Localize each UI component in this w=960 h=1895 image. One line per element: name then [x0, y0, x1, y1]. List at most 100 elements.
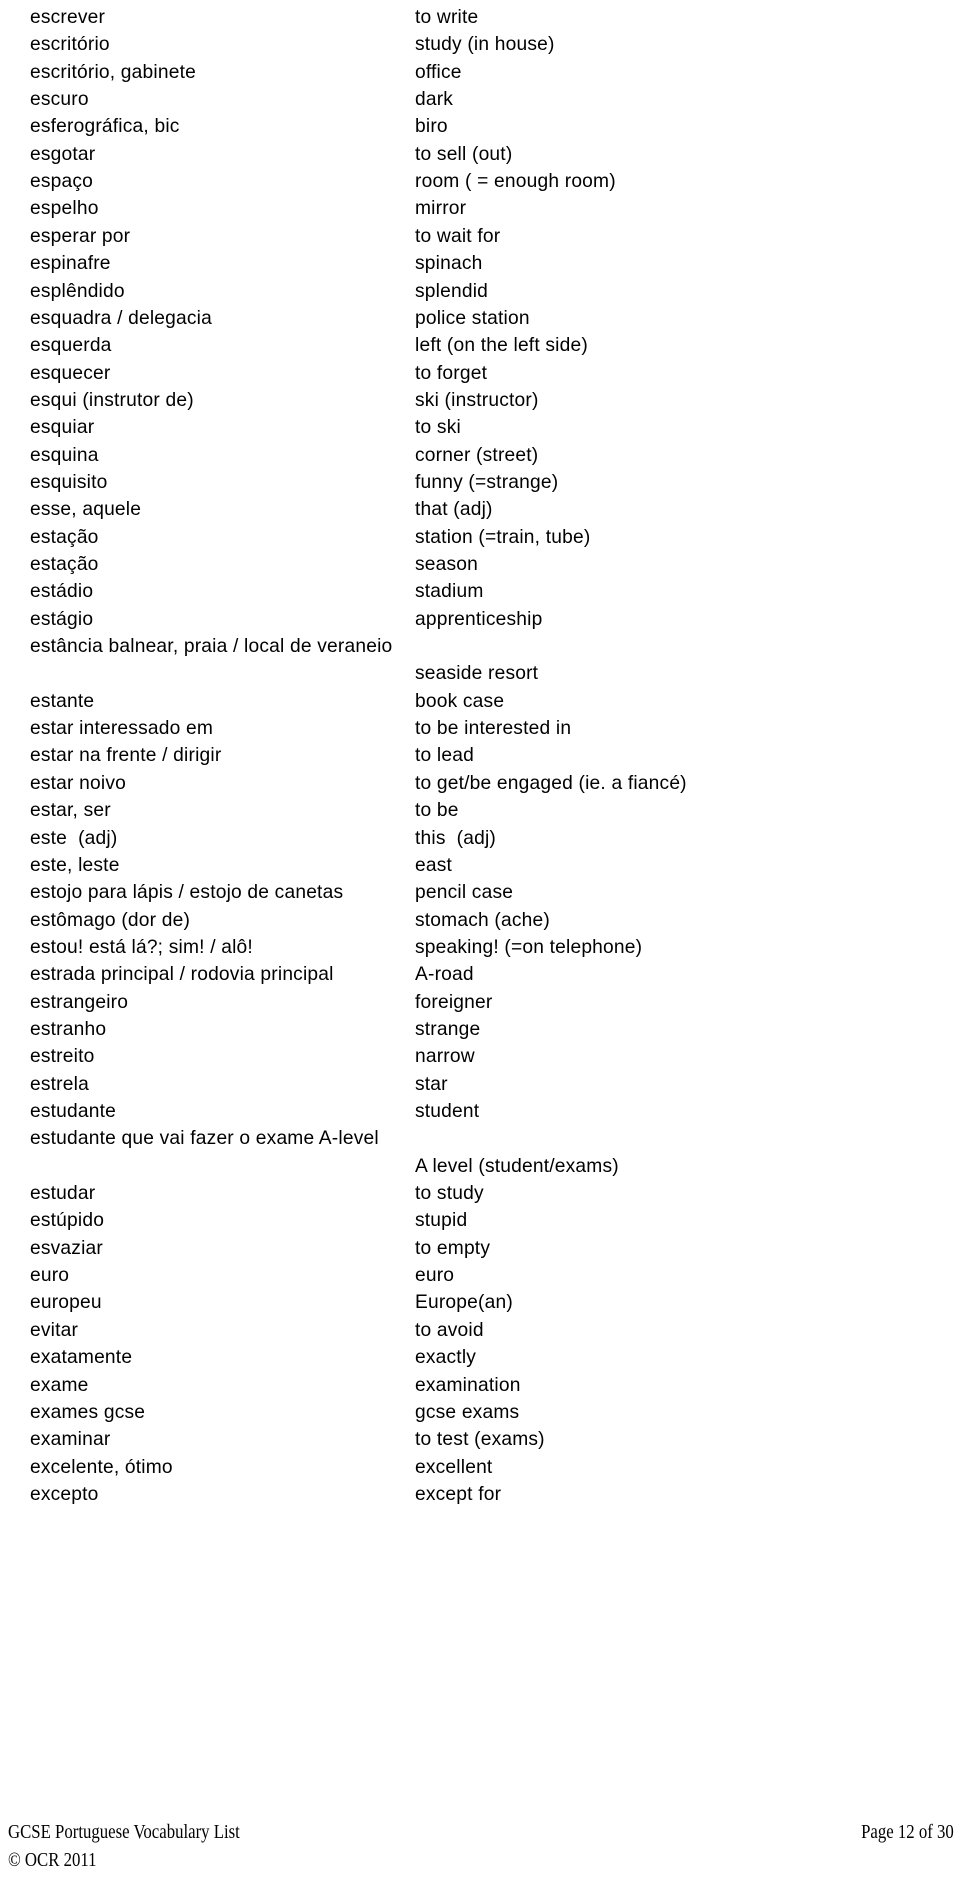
portuguese-term: estrangeiro [30, 991, 129, 1013]
portuguese-term: esperar por [30, 225, 131, 247]
english-gloss: station (=train, tube) [415, 526, 591, 548]
vocabulary-row: esquerda left (on the left side) [0, 332, 960, 359]
vocabulary-row: espaço room ( = enough room) [0, 168, 960, 195]
english-gloss: star [415, 1073, 448, 1095]
english-gloss: stupid [415, 1210, 468, 1232]
vocabulary-row: esplêndido splendid [0, 278, 960, 305]
vocabulary-row: estar, ser to be [0, 797, 960, 824]
vocabulary-row: excelente, ótimo excellent [0, 1454, 960, 1481]
portuguese-term: europeu [30, 1292, 102, 1314]
vocabulary-row: escuro dark [0, 86, 960, 113]
vocabulary-row: estágio apprenticeship [0, 606, 960, 633]
portuguese-term: este (adj) [30, 827, 118, 849]
vocabulary-row: esvaziar to empty [0, 1235, 960, 1262]
portuguese-term: exames gcse [30, 1401, 146, 1423]
portuguese-term: euro [30, 1265, 70, 1287]
vocabulary-row: esperar por to wait for [0, 223, 960, 250]
vocabulary-row: evitar to avoid [0, 1317, 960, 1344]
vocabulary-row: estreito narrow [0, 1043, 960, 1070]
portuguese-term: esvaziar [30, 1237, 103, 1259]
vocabulary-row: estômago (dor de) stomach (ache) [0, 907, 960, 934]
vocabulary-row: estar interessado em to be interested in [0, 715, 960, 742]
portuguese-term: esquadra / delegacia [30, 307, 212, 329]
vocabulary-row: exames gcse gcse exams [0, 1399, 960, 1426]
vocabulary-row: esqui (instrutor de) ski (instructor) [0, 387, 960, 414]
vocabulary-row: esquisito funny (=strange) [0, 469, 960, 496]
portuguese-term: estojo para lápis / estojo de canetas [30, 882, 344, 904]
portuguese-term: estar interessado em [30, 718, 214, 740]
english-gloss: narrow [415, 1046, 475, 1068]
vocabulary-row: estádio stadium [0, 578, 960, 605]
vocabulary-row: esse, aquele that (adj) [0, 496, 960, 523]
vocabulary-row: estranho strange [0, 1016, 960, 1043]
english-gloss: to get/be engaged (ie. a fiancé) [415, 772, 687, 794]
portuguese-term: estar, ser [30, 800, 111, 822]
portuguese-term: escritório [30, 34, 110, 56]
portuguese-term: estância balnear, praia / local de veran… [30, 636, 393, 658]
english-gloss: mirror [415, 198, 467, 220]
vocabulary-row: estrela star [0, 1071, 960, 1098]
english-gloss: to lead [415, 745, 474, 767]
portuguese-term: exame [30, 1374, 89, 1396]
portuguese-term: escrever [30, 7, 106, 28]
english-gloss: apprenticeship [415, 608, 543, 630]
english-gloss: dark [415, 89, 454, 111]
english-gloss: left (on the left side) [415, 335, 588, 357]
vocabulary-row: esgotar to sell (out) [0, 141, 960, 168]
english-gloss: to test (exams) [415, 1429, 545, 1451]
portuguese-term: esquerda [30, 335, 112, 357]
portuguese-term: espinafre [30, 253, 111, 275]
english-gloss: exactly [415, 1347, 477, 1369]
vocabulary-row: estudante que vai fazer o exame A-level A… [0, 1125, 960, 1180]
portuguese-term: excepto [30, 1483, 99, 1505]
english-gloss: biro [415, 116, 448, 138]
portuguese-term: examinar [30, 1429, 111, 1451]
english-gloss: Europe(an) [415, 1292, 513, 1314]
english-gloss: police station [415, 307, 530, 329]
english-gloss: speaking! (=on telephone) [415, 936, 643, 958]
vocabulary-row: estojo para lápis / estojo de canetas pen… [0, 879, 960, 906]
vocabulary-row: exame examination [0, 1372, 960, 1399]
vocabulary-row: estrangeiro foreigner [0, 989, 960, 1016]
vocabulary-row: estudar to study [0, 1180, 960, 1207]
vocabulary-row: este (adj) this (adj) [0, 825, 960, 852]
english-gloss: to forget [415, 362, 488, 384]
vocabulary-row: exatamente exactly [0, 1344, 960, 1371]
portuguese-term: estação [30, 554, 99, 575]
english-gloss: study (in house) [415, 34, 555, 56]
english-gloss: to sell (out) [415, 143, 513, 165]
english-gloss: to avoid [415, 1319, 484, 1341]
portuguese-term: estrada principal / rodovia principal [30, 964, 334, 986]
portuguese-term: estou! está lá?; sim! / alô! [30, 936, 253, 958]
vocabulary-row: estou! está lá?; sim! / alô! speaking! (=… [0, 934, 960, 961]
portuguese-term: exatamente [30, 1347, 133, 1369]
vocabulary-row: estar na frente / dirigir to lead [0, 742, 960, 769]
english-gloss: seaside resort [415, 663, 539, 685]
vocabulary-row: estância balnear, praia / local de veran… [0, 633, 960, 688]
vocabulary-row: estudante student [0, 1098, 960, 1125]
vocabulary-row: excepto except for [0, 1481, 960, 1508]
portuguese-term: estágio [30, 608, 94, 630]
portuguese-term: esquina [30, 444, 99, 466]
english-gloss: office [415, 61, 462, 83]
portuguese-term: estudante que vai fazer o exame A-level [30, 1128, 379, 1150]
portuguese-term: escuro [30, 89, 89, 111]
portuguese-term: estudar [30, 1183, 96, 1205]
footer-right-block: Page 12 of 30 [861, 1819, 954, 1847]
vocabulary-row: estar noivo to get/be engaged (ie. a fian… [0, 770, 960, 797]
english-gloss: to study [415, 1183, 484, 1205]
english-gloss: gcse exams [415, 1401, 520, 1423]
english-gloss: to empty [415, 1237, 491, 1259]
portuguese-term: esplêndido [30, 280, 125, 302]
vocabulary-row: europeu Europe(an) [0, 1289, 960, 1316]
english-gloss: to be interested in [415, 718, 572, 740]
english-gloss: corner (street) [415, 444, 539, 466]
english-gloss: to write [415, 7, 479, 28]
portuguese-term: estudante [30, 1101, 117, 1122]
vocabulary-row: esquiar to ski [0, 414, 960, 441]
english-gloss: A-road [415, 964, 474, 986]
portuguese-term: esse, aquele [30, 499, 142, 521]
english-gloss: this (adj) [415, 827, 497, 849]
vocabulary-row: estação season [0, 551, 960, 578]
english-gloss: funny (=strange) [415, 471, 559, 493]
